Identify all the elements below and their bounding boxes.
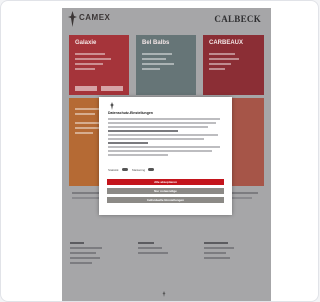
tile-title: CARBEAUX bbox=[209, 40, 244, 46]
footer-column bbox=[138, 242, 193, 257]
toggle-label-marketing: Marketing bbox=[132, 168, 146, 172]
tile-line bbox=[75, 132, 93, 134]
website-preview: CAMEX CALBECK Galaxie Bel Balbs CARBEAUX bbox=[62, 8, 271, 301]
tile-line bbox=[75, 53, 105, 55]
info-line bbox=[232, 197, 252, 199]
site-header: CAMEX CALBECK bbox=[62, 8, 271, 34]
tile-button[interactable] bbox=[75, 86, 97, 91]
tile-line bbox=[75, 127, 99, 129]
footer-brand-mark-icon bbox=[162, 291, 166, 297]
essential-only-button[interactable]: Nur notwendige bbox=[107, 188, 224, 194]
toggle-label-statistics: Statistik bbox=[108, 168, 119, 172]
info-line bbox=[72, 192, 100, 194]
brand-logo-left[interactable]: CAMEX bbox=[68, 11, 112, 29]
cookie-consent-dialog: Datenschutz-Einstellungen Statistik Mark… bbox=[99, 97, 232, 215]
brand-left-text: CAMEX bbox=[79, 13, 111, 22]
tile-line bbox=[75, 113, 95, 115]
preview-card: CAMEX CALBECK Galaxie Bel Balbs CARBEAUX bbox=[0, 0, 319, 302]
tile-line bbox=[209, 53, 235, 55]
tile-line bbox=[75, 68, 95, 70]
tile-line bbox=[75, 63, 103, 65]
category-tile-1[interactable]: Galaxie bbox=[69, 35, 129, 95]
dialog-title: Datenschutz-Einstellungen bbox=[108, 111, 153, 115]
tile-line bbox=[142, 68, 160, 70]
category-tile-2[interactable]: Bel Balbs bbox=[136, 35, 196, 95]
dialog-body-text bbox=[108, 118, 224, 162]
tile-line bbox=[142, 63, 174, 65]
brand-mark-icon bbox=[68, 11, 77, 27]
brand-mark-icon bbox=[109, 102, 115, 110]
consent-toggles: Statistik Marketing bbox=[108, 168, 224, 174]
tile-line bbox=[209, 63, 231, 65]
tile-line bbox=[142, 53, 172, 55]
toggle-marketing[interactable] bbox=[148, 168, 154, 171]
site-footer bbox=[70, 242, 265, 297]
footer-column bbox=[204, 242, 259, 262]
tile-title: Bel Balbs bbox=[142, 40, 170, 46]
brand-right-text[interactable]: CALBECK bbox=[214, 14, 261, 24]
footer-column bbox=[70, 242, 125, 267]
tile-title: Galaxie bbox=[75, 40, 97, 46]
tile-button[interactable] bbox=[101, 86, 123, 91]
settings-button[interactable]: Individuelle Einstellungen bbox=[107, 197, 224, 203]
tile-line bbox=[75, 58, 111, 60]
footer-logo bbox=[156, 291, 176, 299]
accept-all-button[interactable]: Alle akzeptieren bbox=[107, 179, 224, 185]
tile-line bbox=[142, 58, 166, 60]
tile-line bbox=[209, 68, 225, 70]
category-tile-3[interactable]: CARBEAUX bbox=[203, 35, 264, 95]
info-line bbox=[232, 192, 258, 194]
toggle-statistics[interactable] bbox=[122, 168, 128, 171]
tile-line bbox=[209, 58, 239, 60]
